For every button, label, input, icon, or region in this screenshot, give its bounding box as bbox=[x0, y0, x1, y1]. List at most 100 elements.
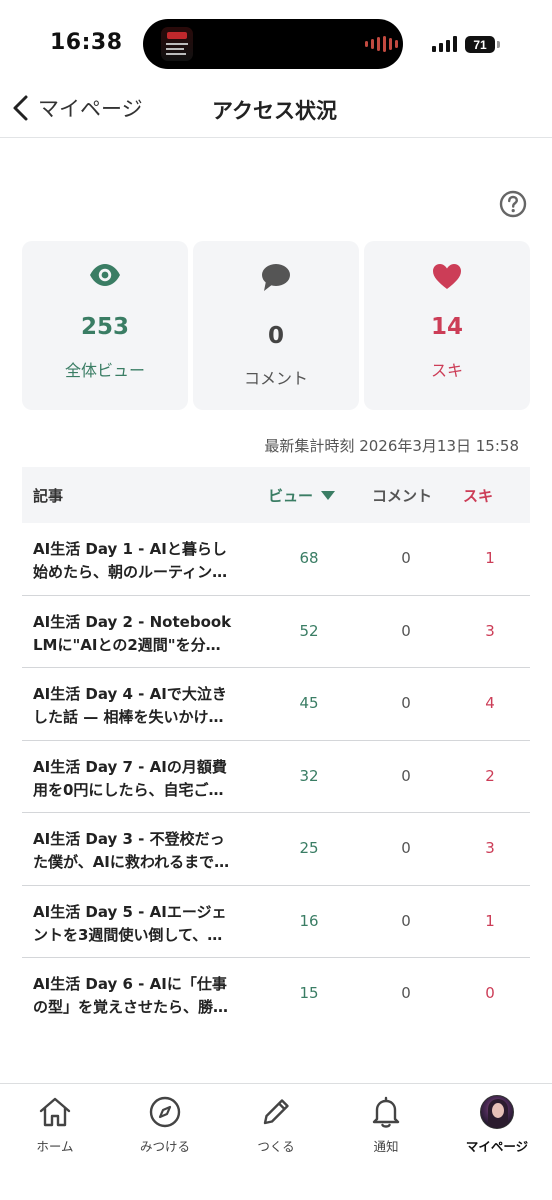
total-comments-label: コメント bbox=[243, 369, 308, 388]
article-likes: 1 bbox=[485, 911, 495, 930]
nav-home[interactable]: ホーム bbox=[0, 1094, 110, 1155]
table-row[interactable]: AI生活 Day 5 - AIエージェ ントを3週間使い倒して、… 16 0 1 bbox=[22, 886, 530, 958]
battery-level: 71 bbox=[473, 37, 487, 52]
column-header-comments[interactable]: コメント bbox=[372, 485, 432, 506]
nav-notifications[interactable]: 通知 bbox=[331, 1094, 441, 1155]
article-title: AI生活 Day 6 - AIに「仕事 の型」を覚えさせたら、勝… bbox=[33, 973, 255, 1019]
nav-home-label: ホーム bbox=[36, 1139, 74, 1154]
avatar bbox=[480, 1095, 514, 1129]
nav-mypage-label: マイページ bbox=[465, 1139, 529, 1154]
article-title-line: AI生活 Day 3 - 不登校だっ bbox=[33, 830, 225, 848]
now-playing-artwork bbox=[161, 27, 193, 61]
article-likes: 2 bbox=[485, 766, 495, 785]
page-title: アクセス状況 bbox=[212, 99, 337, 123]
article-views: 25 bbox=[299, 839, 319, 857]
column-header-article: 記事 bbox=[33, 487, 64, 505]
total-views-value: 253 bbox=[80, 314, 129, 340]
article-views: 68 bbox=[299, 549, 319, 567]
article-comments: 0 bbox=[401, 694, 411, 712]
article-likes: 0 bbox=[485, 984, 495, 1002]
article-title-line: LMに"AIとの2週間"を分… bbox=[33, 635, 221, 654]
eye-icon bbox=[90, 264, 120, 286]
total-comments-value: 0 bbox=[267, 323, 284, 349]
dynamic-island[interactable] bbox=[143, 19, 403, 69]
articles-table: 記事 ビュー コメント スキ AI生活 Day 1 - AIと暮らし 始めたら、朝… bbox=[22, 467, 530, 1031]
status-bar: 16:38 71 bbox=[0, 0, 552, 90]
article-title: AI生活 Day 3 - 不登校だっ た僕が、AIに救われるまで… bbox=[33, 828, 255, 874]
article-title-line: AI生活 Day 2 - Notebook bbox=[33, 612, 232, 631]
article-views: 45 bbox=[299, 694, 319, 712]
compass-icon bbox=[149, 1096, 181, 1128]
article-title-line: た僕が、AIに救われるまで… bbox=[33, 853, 230, 871]
article-comments: 0 bbox=[401, 549, 411, 567]
column-header-views[interactable]: ビュー bbox=[268, 485, 336, 506]
nav-mypage[interactable]: マイページ bbox=[442, 1094, 552, 1155]
last-updated-text: 最新集計時刻 2026年3月13日 15:58 bbox=[264, 437, 519, 455]
article-views: 16 bbox=[299, 911, 319, 930]
article-title-line: した話 — 相棒を失いかけ… bbox=[33, 708, 224, 726]
article-likes: 3 bbox=[485, 621, 495, 640]
header: マイページ アクセス状況 bbox=[0, 80, 552, 138]
total-views-label: 全体ビュー bbox=[64, 361, 145, 380]
status-time: 16:38 bbox=[50, 30, 123, 55]
article-title: AI生活 Day 5 - AIエージェ ントを3週間使い倒して、… bbox=[33, 901, 255, 947]
table-row[interactable]: AI生活 Day 7 - AIの月額費 用を0円にしたら、自宅ご… 32 0 2 bbox=[22, 741, 530, 813]
article-title-line: 用を0円にしたら、自宅ご… bbox=[33, 780, 224, 799]
bell-icon bbox=[372, 1096, 400, 1128]
pencil-icon bbox=[263, 1099, 289, 1125]
table-row[interactable]: AI生活 Day 6 - AIに「仕事 の型」を覚えさせたら、勝… 15 0 0 bbox=[22, 958, 530, 1031]
comments-card: 0 コメント bbox=[193, 241, 359, 410]
article-title-line: AI生活 Day 5 - AIエージェ bbox=[33, 902, 227, 921]
article-comments: 0 bbox=[401, 839, 411, 857]
article-views: 52 bbox=[299, 621, 319, 640]
battery-tip bbox=[497, 41, 500, 48]
column-header-likes[interactable]: スキ bbox=[463, 485, 493, 506]
audio-waveform-icon bbox=[365, 36, 398, 52]
article-title-line: ントを3週間使い倒して、… bbox=[33, 925, 223, 944]
chevron-left-icon bbox=[13, 95, 28, 121]
article-title-line: AI生活 Day 7 - AIの月額費 bbox=[33, 757, 227, 776]
home-icon bbox=[39, 1097, 71, 1127]
nav-notifications-label: 通知 bbox=[373, 1139, 399, 1154]
table-row[interactable]: AI生活 Day 1 - AIと暮らし 始めたら、朝のルーティン… 68 0 1 bbox=[22, 523, 530, 596]
article-title: AI生活 Day 1 - AIと暮らし 始めたら、朝のルーティン… bbox=[33, 538, 255, 584]
cellular-signal-icon bbox=[432, 36, 457, 52]
article-title-line: AI生活 Day 1 - AIと暮らし bbox=[33, 540, 227, 558]
article-likes: 1 bbox=[485, 549, 495, 567]
article-likes: 3 bbox=[485, 839, 495, 857]
table-row[interactable]: AI生活 Day 3 - 不登校だっ た僕が、AIに救われるまで… 25 0 3 bbox=[22, 813, 530, 886]
article-views: 15 bbox=[299, 984, 319, 1002]
nav-create-label: つくる bbox=[257, 1139, 295, 1154]
nav-discover[interactable]: みつける bbox=[110, 1094, 220, 1155]
bottom-navigation: ホーム みつける つくる 通知 マイページ bbox=[0, 1083, 552, 1200]
total-likes-value: 14 bbox=[430, 314, 463, 340]
article-views: 32 bbox=[299, 766, 319, 785]
speech-bubble-icon bbox=[262, 264, 290, 291]
views-card: 253 全体ビュー bbox=[22, 241, 188, 410]
article-comments: 0 bbox=[401, 621, 411, 640]
article-likes: 4 bbox=[485, 694, 495, 712]
heart-icon bbox=[433, 264, 461, 289]
column-header-views-label: ビュー bbox=[268, 487, 314, 505]
nav-discover-label: みつける bbox=[139, 1139, 190, 1154]
table-row[interactable]: AI生活 Day 2 - Notebook LMに"AIとの2週間"を分… 52 0 3 bbox=[22, 596, 530, 668]
back-button[interactable]: マイページ bbox=[10, 90, 143, 126]
article-title: AI生活 Day 4 - AIで大泣き した話 — 相棒を失いかけ… bbox=[33, 683, 255, 729]
table-header: 記事 ビュー コメント スキ bbox=[22, 467, 530, 523]
article-comments: 0 bbox=[401, 984, 411, 1002]
table-row[interactable]: AI生活 Day 4 - AIで大泣き した話 — 相棒を失いかけ… 45 0 4 bbox=[22, 668, 530, 741]
article-comments: 0 bbox=[401, 911, 411, 930]
help-icon[interactable] bbox=[499, 190, 527, 218]
likes-card: 14 スキ bbox=[364, 241, 530, 410]
article-title: AI生活 Day 2 - Notebook LMに"AIとの2週間"を分… bbox=[33, 611, 255, 657]
article-title: AI生活 Day 7 - AIの月額費 用を0円にしたら、自宅ご… bbox=[33, 756, 255, 802]
stats-cards: 253 全体ビュー 0 コメント 14 スキ bbox=[22, 241, 530, 410]
total-likes-label: スキ bbox=[430, 361, 463, 380]
article-comments: 0 bbox=[401, 766, 411, 785]
article-title-line: AI生活 Day 6 - AIに「仕事 bbox=[33, 975, 227, 993]
back-label: マイページ bbox=[38, 97, 143, 121]
nav-create[interactable]: つくる bbox=[221, 1094, 331, 1155]
battery-icon: 71 bbox=[465, 36, 495, 53]
article-title-line: の型」を覚えさせたら、勝… bbox=[33, 998, 229, 1016]
article-title-line: 始めたら、朝のルーティン… bbox=[33, 563, 228, 581]
